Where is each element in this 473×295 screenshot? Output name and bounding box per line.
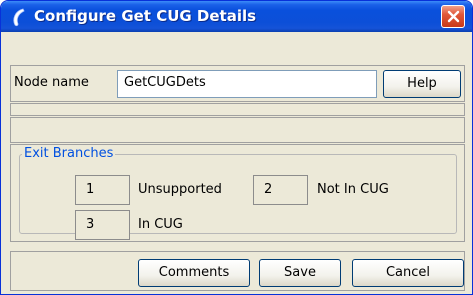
cancel-button[interactable]: Cancel [352, 259, 464, 287]
exit-branch-label: Not In CUG [317, 182, 389, 197]
exit-branch-number: 3 [75, 210, 130, 240]
node-name-label: Node name [14, 75, 89, 90]
exit-branch-label: In CUG [138, 217, 183, 232]
title-bar[interactable]: Configure Get CUG Details [1, 1, 472, 32]
node-name-input[interactable]: GetCUGDets [117, 70, 377, 98]
exit-branch-number: 2 [253, 175, 308, 205]
comments-button[interactable]: Comments [138, 259, 250, 287]
separator-panel [10, 103, 465, 116]
close-button[interactable] [441, 5, 465, 28]
window-title: Configure Get CUG Details [34, 7, 257, 25]
status-panel [10, 117, 465, 143]
close-icon [447, 10, 460, 23]
help-button[interactable]: Help [383, 70, 461, 98]
configure-dialog: Configure Get CUG Details Node name GetC… [0, 0, 473, 295]
save-button[interactable]: Save [259, 259, 341, 287]
app-icon [13, 8, 25, 27]
exit-branch-label: Unsupported [138, 182, 222, 197]
exit-branches-legend: Exit Branches [22, 146, 116, 161]
exit-branch-number: 1 [75, 175, 130, 205]
